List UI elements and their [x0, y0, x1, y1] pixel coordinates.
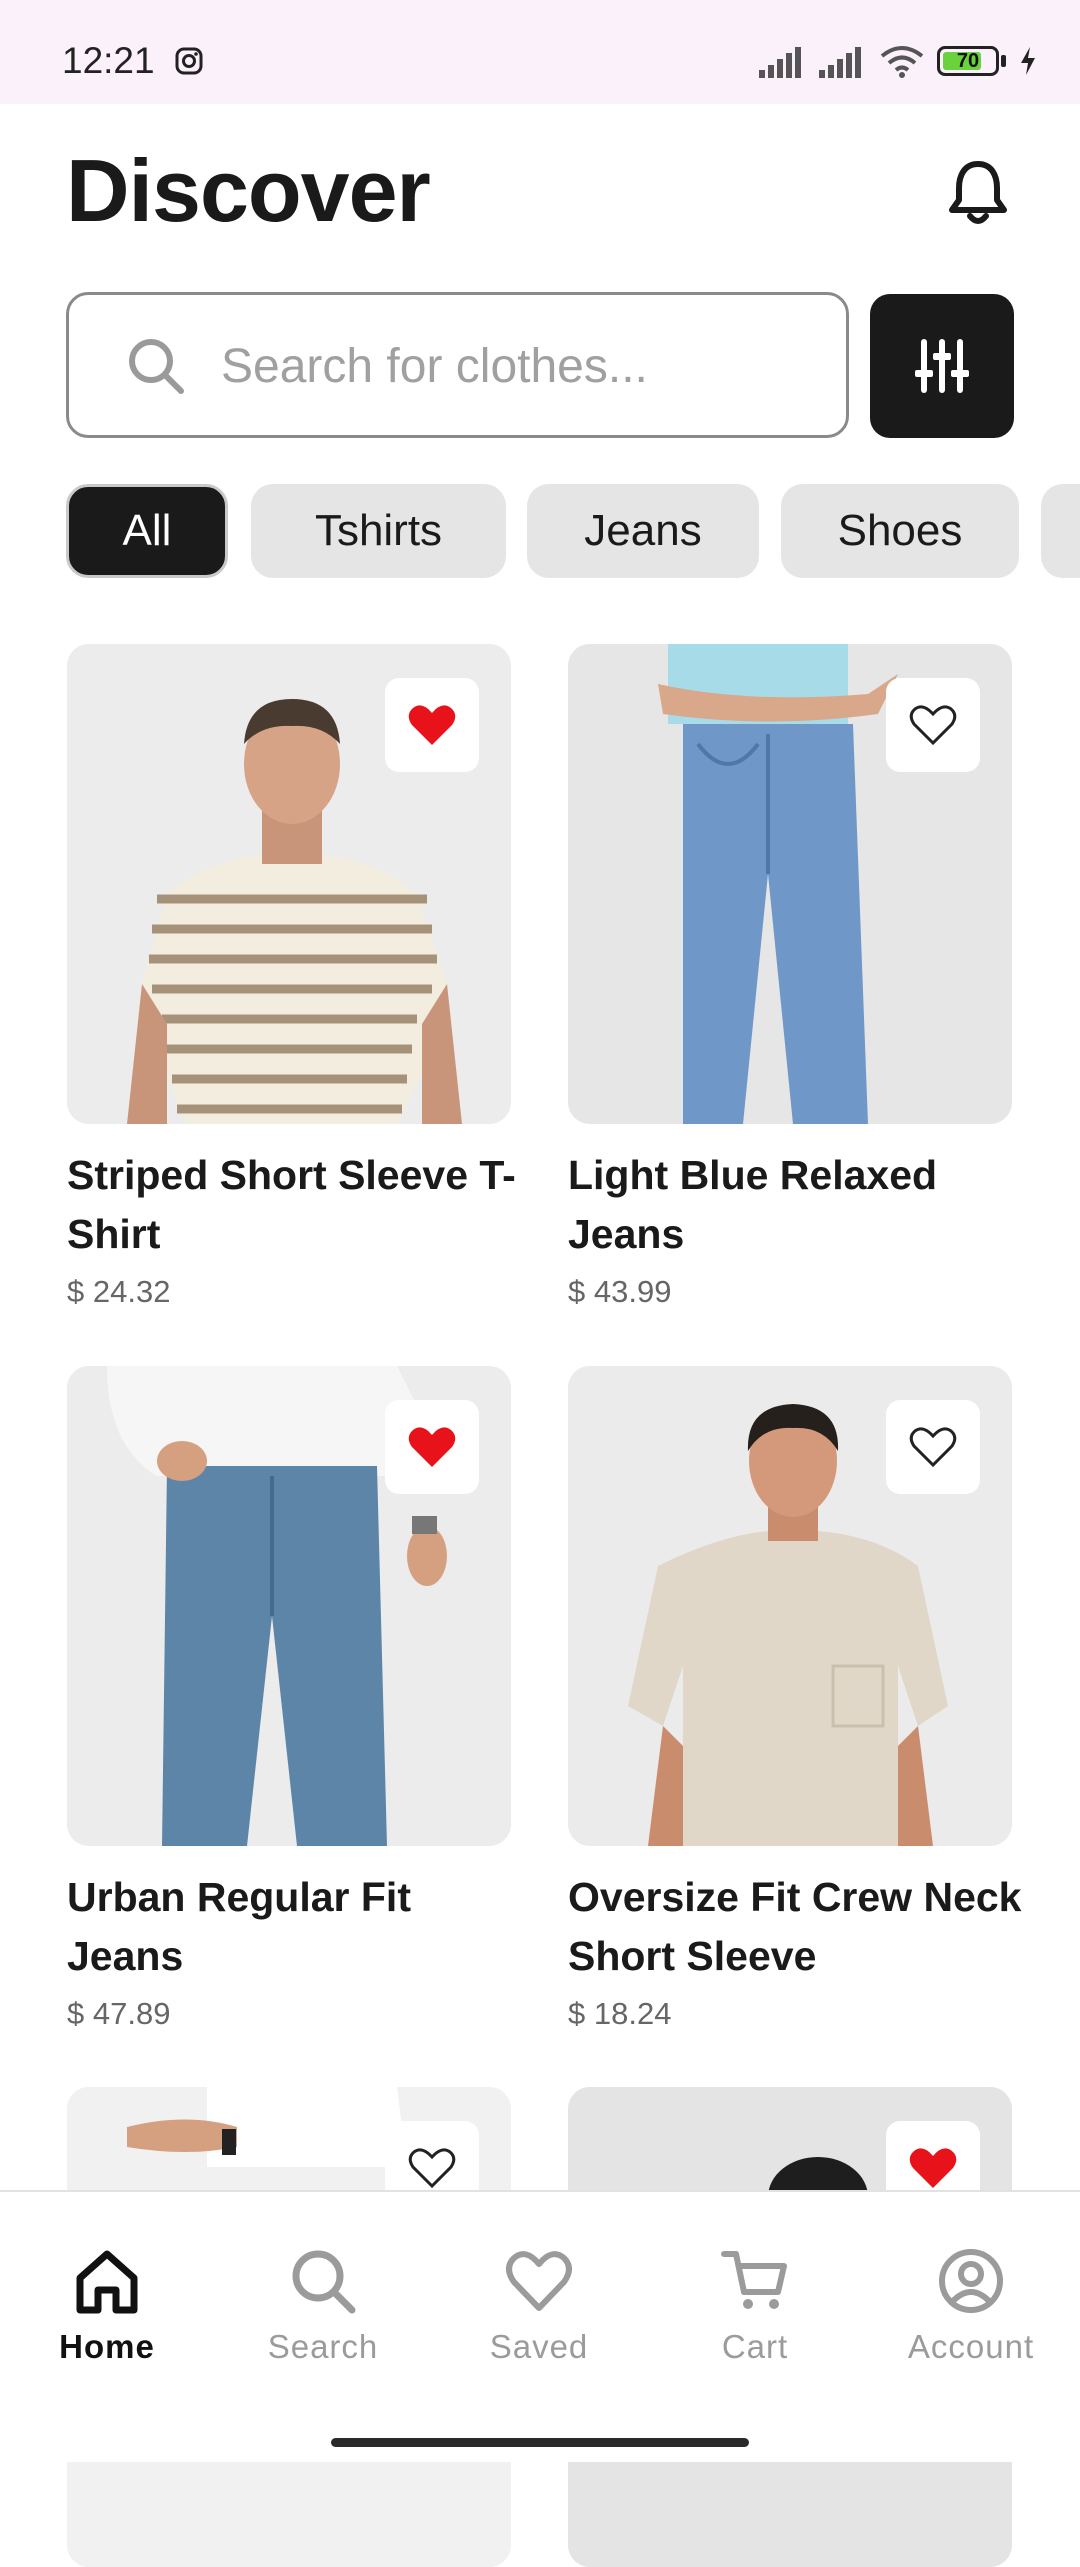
instagram-icon	[175, 47, 203, 75]
nav-search[interactable]: Search	[223, 2246, 423, 2366]
heart-outline-icon	[408, 2148, 456, 2189]
product-image[interactable]	[67, 644, 511, 1124]
heart-outline-icon	[909, 705, 957, 746]
search-input[interactable]	[219, 325, 823, 407]
favorite-button[interactable]	[886, 678, 980, 772]
nav-cart[interactable]: Cart	[655, 2246, 855, 2366]
heart-outline-icon	[909, 1427, 957, 1468]
nav-saved[interactable]: Saved	[439, 2246, 639, 2366]
signal-icon	[759, 47, 801, 78]
product-price: $ 24.32	[67, 1274, 171, 1309]
chip-tshirts[interactable]: Tshirts	[251, 484, 506, 578]
battery-level: 70	[956, 49, 980, 72]
nav-home-label: Home	[59, 2328, 155, 2365]
product-image[interactable]	[67, 1366, 511, 1846]
nav-account[interactable]: Account	[871, 2246, 1071, 2366]
nav-account-label: Account	[907, 2328, 1035, 2365]
signal-icon-2	[819, 47, 861, 78]
search-icon	[129, 339, 184, 394]
favorite-button[interactable]	[886, 1400, 980, 1494]
battery-icon: 70	[937, 46, 999, 76]
bottom-navigation: Home Search Saved Cart Account	[0, 2190, 1080, 2462]
product-price: $ 18.24	[568, 1996, 672, 2031]
charging-icon	[1021, 47, 1035, 75]
category-chips: All Tshirts Jeans Shoes	[66, 484, 1080, 580]
status-time: 12:21	[62, 40, 155, 81]
page-title: Discover	[66, 141, 431, 240]
status-bar: 12:21 70	[0, 0, 1080, 104]
home-indicator[interactable]	[331, 2438, 749, 2447]
favorite-button[interactable]	[385, 678, 479, 772]
sliders-icon	[915, 339, 969, 393]
heart-icon	[506, 2251, 572, 2311]
product-price: $ 47.89	[67, 1996, 171, 2031]
nav-home[interactable]: Home	[7, 2246, 207, 2366]
chip-more[interactable]	[1041, 484, 1080, 578]
product-name: Light Blue Relaxed Jeans	[568, 1152, 938, 1257]
product-price: $ 43.99	[568, 1274, 672, 1309]
cart-icon	[721, 2251, 787, 2309]
product-name: Striped Short Sleeve T-Shirt	[67, 1152, 516, 1257]
account-icon	[939, 2249, 1003, 2313]
product-image[interactable]	[568, 644, 1012, 1124]
search-bar	[66, 292, 849, 438]
heart-filled-icon	[408, 1427, 456, 1467]
chip-shoes[interactable]: Shoes	[781, 484, 1019, 578]
heart-filled-icon	[408, 705, 456, 745]
nav-saved-label: Saved	[489, 2328, 589, 2365]
chip-jeans[interactable]: Jeans	[527, 484, 759, 578]
product-name: Oversize Fit Crew Neck Short Sleeve	[568, 1874, 1022, 1979]
search-icon	[292, 2250, 356, 2314]
nav-cart-label: Cart	[721, 2328, 789, 2365]
filter-button[interactable]	[870, 294, 1014, 438]
heart-filled-icon	[909, 2148, 957, 2188]
product-name: Urban Regular Fit Jeans	[67, 1874, 411, 1979]
chip-all[interactable]: All	[66, 484, 228, 578]
nav-search-label: Search	[267, 2328, 379, 2365]
home-icon	[76, 2250, 138, 2314]
product-image[interactable]	[568, 1366, 1012, 1846]
favorite-button[interactable]	[385, 1400, 479, 1494]
notification-bell-icon[interactable]	[944, 156, 1012, 228]
battery-cap	[1001, 55, 1006, 67]
wifi-icon	[880, 46, 924, 78]
